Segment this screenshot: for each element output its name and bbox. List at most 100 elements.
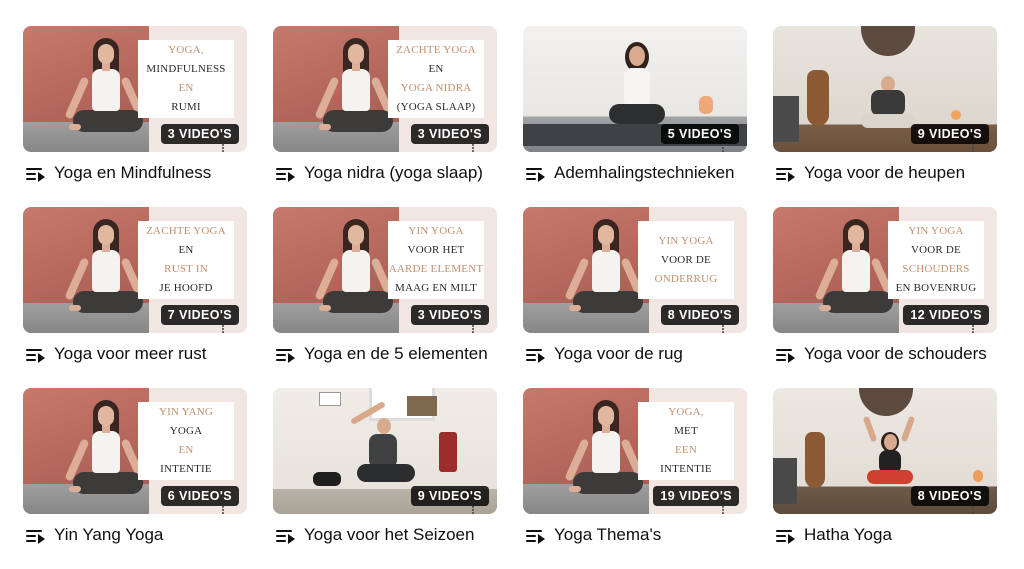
playlist-title[interactable]: Yoga voor de heupen [804, 163, 965, 183]
playlist-title[interactable]: Ademhalingstechnieken [554, 163, 735, 183]
poster-text-line: MAAG EN MILT [394, 282, 478, 294]
poster-text-line: INTENTIE [660, 463, 712, 475]
poster-text-line: (YOGA SLAAP) [396, 101, 476, 113]
playlist-card[interactable]: YIN YOGA VOOR DE SCHOUDERS EN BOVENRUG 12 VI… [773, 207, 997, 388]
poster-textbox: YOGA, MINDFULNESS EN RUMI [138, 40, 234, 118]
playlist-title[interactable]: Yoga en Mindfulness [54, 163, 211, 183]
poster-textbox: YIN YOGA VOOR HET AARDE ELEMENT MAAG EN MIL… [388, 221, 484, 299]
poster-textbox: ZACHTE YOGA EN YOGA NIDRA (YOGA SLAAP) [388, 40, 484, 118]
playlist-title[interactable]: Yoga nidra (yoga slaap) [304, 163, 483, 183]
poster-text-line: YIN YOGA [908, 225, 964, 237]
playlist-play-icon [776, 524, 800, 546]
video-count-badge: 12 VIDEO'S [903, 305, 989, 325]
poster-text-line: SCHOUDERS [902, 263, 970, 275]
video-count-badge: 9 VIDEO'S [910, 124, 989, 144]
yoga-teacher-figure [59, 36, 149, 150]
more-vert-icon[interactable] [472, 506, 475, 514]
playlist-card[interactable]: YIN YOGA VOOR DE ONDERRUG 8 VIDEO'S Yoga voo… [523, 207, 747, 388]
more-vert-icon[interactable] [972, 325, 975, 333]
playlist-title[interactable]: Yoga voor het Seizoen [304, 525, 474, 545]
video-count-badge: 8 VIDEO'S [660, 305, 739, 325]
poster-textbox: YIN YANG YOGA EN INTENTIE [138, 402, 234, 480]
playlist-thumbnail[interactable]: ZACHTE YOGA EN YOGA NIDRA (YOGA SLAAP) 3 VID… [273, 26, 497, 152]
playlist-thumbnail[interactable]: YIN YOGA VOOR DE SCHOUDERS EN BOVENRUG 12 VI… [773, 207, 997, 333]
playlist-card[interactable]: 5 VIDEO'S Ademhalingstechnieken [523, 26, 747, 207]
video-count-badge: 3 VIDEO'S [410, 124, 489, 144]
playlist-thumbnail[interactable]: 8 VIDEO'S [773, 388, 997, 514]
more-vert-icon[interactable] [472, 144, 475, 152]
playlist-card[interactable]: 9 VIDEO'S Yoga voor het Seizoen [273, 388, 497, 569]
poster-textbox: YIN YOGA VOOR DE ONDERRUG [638, 221, 734, 299]
playlist-play-icon [526, 343, 550, 365]
playlist-play-icon [26, 343, 50, 365]
playlist-play-icon [276, 162, 300, 184]
playlist-card[interactable]: YIN YANG YOGA EN INTENTIE 6 VIDEO'S Yin Yang … [23, 388, 247, 569]
poster-text-line: ONDERRUG [654, 272, 718, 285]
playlist-title[interactable]: Yoga en de 5 elementen [304, 344, 488, 364]
poster-text-line: YOGA NIDRA [400, 82, 472, 94]
video-count-badge: 9 VIDEO'S [410, 486, 489, 506]
playlist-play-icon [526, 524, 550, 546]
more-vert-icon[interactable] [722, 325, 725, 333]
more-vert-icon[interactable] [472, 325, 475, 333]
more-vert-icon[interactable] [972, 144, 975, 152]
playlist-card[interactable]: ZACHTE YOGA EN YOGA NIDRA (YOGA SLAAP) 3 VID… [273, 26, 497, 207]
playlist-thumbnail[interactable]: 9 VIDEO'S [273, 388, 497, 514]
playlist-thumbnail[interactable]: YIN YOGA VOOR HET AARDE ELEMENT MAAG EN MIL… [273, 207, 497, 333]
yoga-teacher-figure [559, 398, 649, 512]
video-count-badge: 5 VIDEO'S [660, 124, 739, 144]
playlist-play-icon [26, 524, 50, 546]
playlist-card[interactable]: 8 VIDEO'S Hatha Yoga [773, 388, 997, 569]
playlist-card[interactable]: YOGA, MET EEN INTENTIE 19 VIDEO'S Yoga Thema'… [523, 388, 747, 569]
poster-text-line: VOOR DE [911, 244, 961, 256]
poster-text-line: YIN YOGA [408, 225, 464, 237]
yoga-teacher-figure [809, 217, 899, 331]
video-count-badge: 7 VIDEO'S [160, 305, 239, 325]
playlist-title[interactable]: Yoga Thema's [554, 525, 661, 545]
playlist-play-icon [276, 524, 300, 546]
yoga-teacher-figure [309, 217, 399, 331]
playlist-title[interactable]: Hatha Yoga [804, 525, 892, 545]
poster-text-line: EEN [675, 444, 697, 456]
playlist-title[interactable]: Yoga voor de rug [554, 344, 683, 364]
more-vert-icon[interactable] [722, 144, 725, 152]
playlist-play-icon [776, 162, 800, 184]
playlist-play-icon [26, 162, 50, 184]
poster-text-line: INTENTIE [160, 463, 212, 475]
more-vert-icon[interactable] [722, 506, 725, 514]
playlist-play-icon [776, 343, 800, 365]
more-vert-icon[interactable] [222, 144, 225, 152]
playlist-card[interactable]: ZACHTE YOGA EN RUST IN JE HOOFD 7 VIDEO'S Yog… [23, 207, 247, 388]
playlist-thumbnail[interactable]: YIN YOGA VOOR DE ONDERRUG 8 VIDEO'S [523, 207, 747, 333]
playlist-thumbnail[interactable]: YOGA, MET EEN INTENTIE 19 VIDEO'S [523, 388, 747, 514]
poster-textbox: ZACHTE YOGA EN RUST IN JE HOOFD [138, 221, 234, 299]
playlist-thumbnail[interactable]: 5 VIDEO'S [523, 26, 747, 152]
playlist-title[interactable]: Yoga voor meer rust [54, 344, 206, 364]
poster-text-line: YOGA, [668, 406, 704, 418]
playlist-title[interactable]: Yin Yang Yoga [54, 525, 163, 545]
playlist-card[interactable]: YIN YOGA VOOR HET AARDE ELEMENT MAAG EN MIL… [273, 207, 497, 388]
playlist-thumbnail[interactable]: ZACHTE YOGA EN RUST IN JE HOOFD 7 VIDEO'S [23, 207, 247, 333]
playlist-thumbnail[interactable]: 9 VIDEO'S [773, 26, 997, 152]
video-count-badge: 6 VIDEO'S [160, 486, 239, 506]
poster-text-line: RUMI [171, 101, 201, 113]
poster-text-line: YIN YANG [158, 406, 214, 418]
video-count-badge: 3 VIDEO'S [410, 305, 489, 325]
more-vert-icon[interactable] [222, 506, 225, 514]
poster-text-line: AARDE ELEMENT [388, 263, 484, 275]
playlist-thumbnail[interactable]: YIN YANG YOGA EN INTENTIE 6 VIDEO'S [23, 388, 247, 514]
poster-text-line: ZACHTE YOGA [146, 225, 226, 237]
playlist-title[interactable]: Yoga voor de schouders [804, 344, 987, 364]
poster-text-line: RUST IN [164, 263, 208, 275]
playlist-thumbnail[interactable]: YOGA, MINDFULNESS EN RUMI 3 VIDEO'S [23, 26, 247, 152]
more-vert-icon[interactable] [972, 506, 975, 514]
poster-text-line: JE HOOFD [159, 282, 213, 294]
playlist-card[interactable]: YOGA, MINDFULNESS EN RUMI 3 VIDEO'S Yoga en M… [23, 26, 247, 207]
poster-text-line: MET [674, 425, 698, 437]
poster-text-line: EN BOVENRUG [895, 282, 977, 294]
yoga-teacher-figure [59, 217, 149, 331]
more-vert-icon[interactable] [222, 325, 225, 333]
playlist-card[interactable]: 9 VIDEO'S Yoga voor de heupen [773, 26, 997, 207]
playlist-grid: YOGA, MINDFULNESS EN RUMI 3 VIDEO'S Yoga en M… [23, 26, 997, 569]
playlist-play-icon [276, 343, 300, 365]
